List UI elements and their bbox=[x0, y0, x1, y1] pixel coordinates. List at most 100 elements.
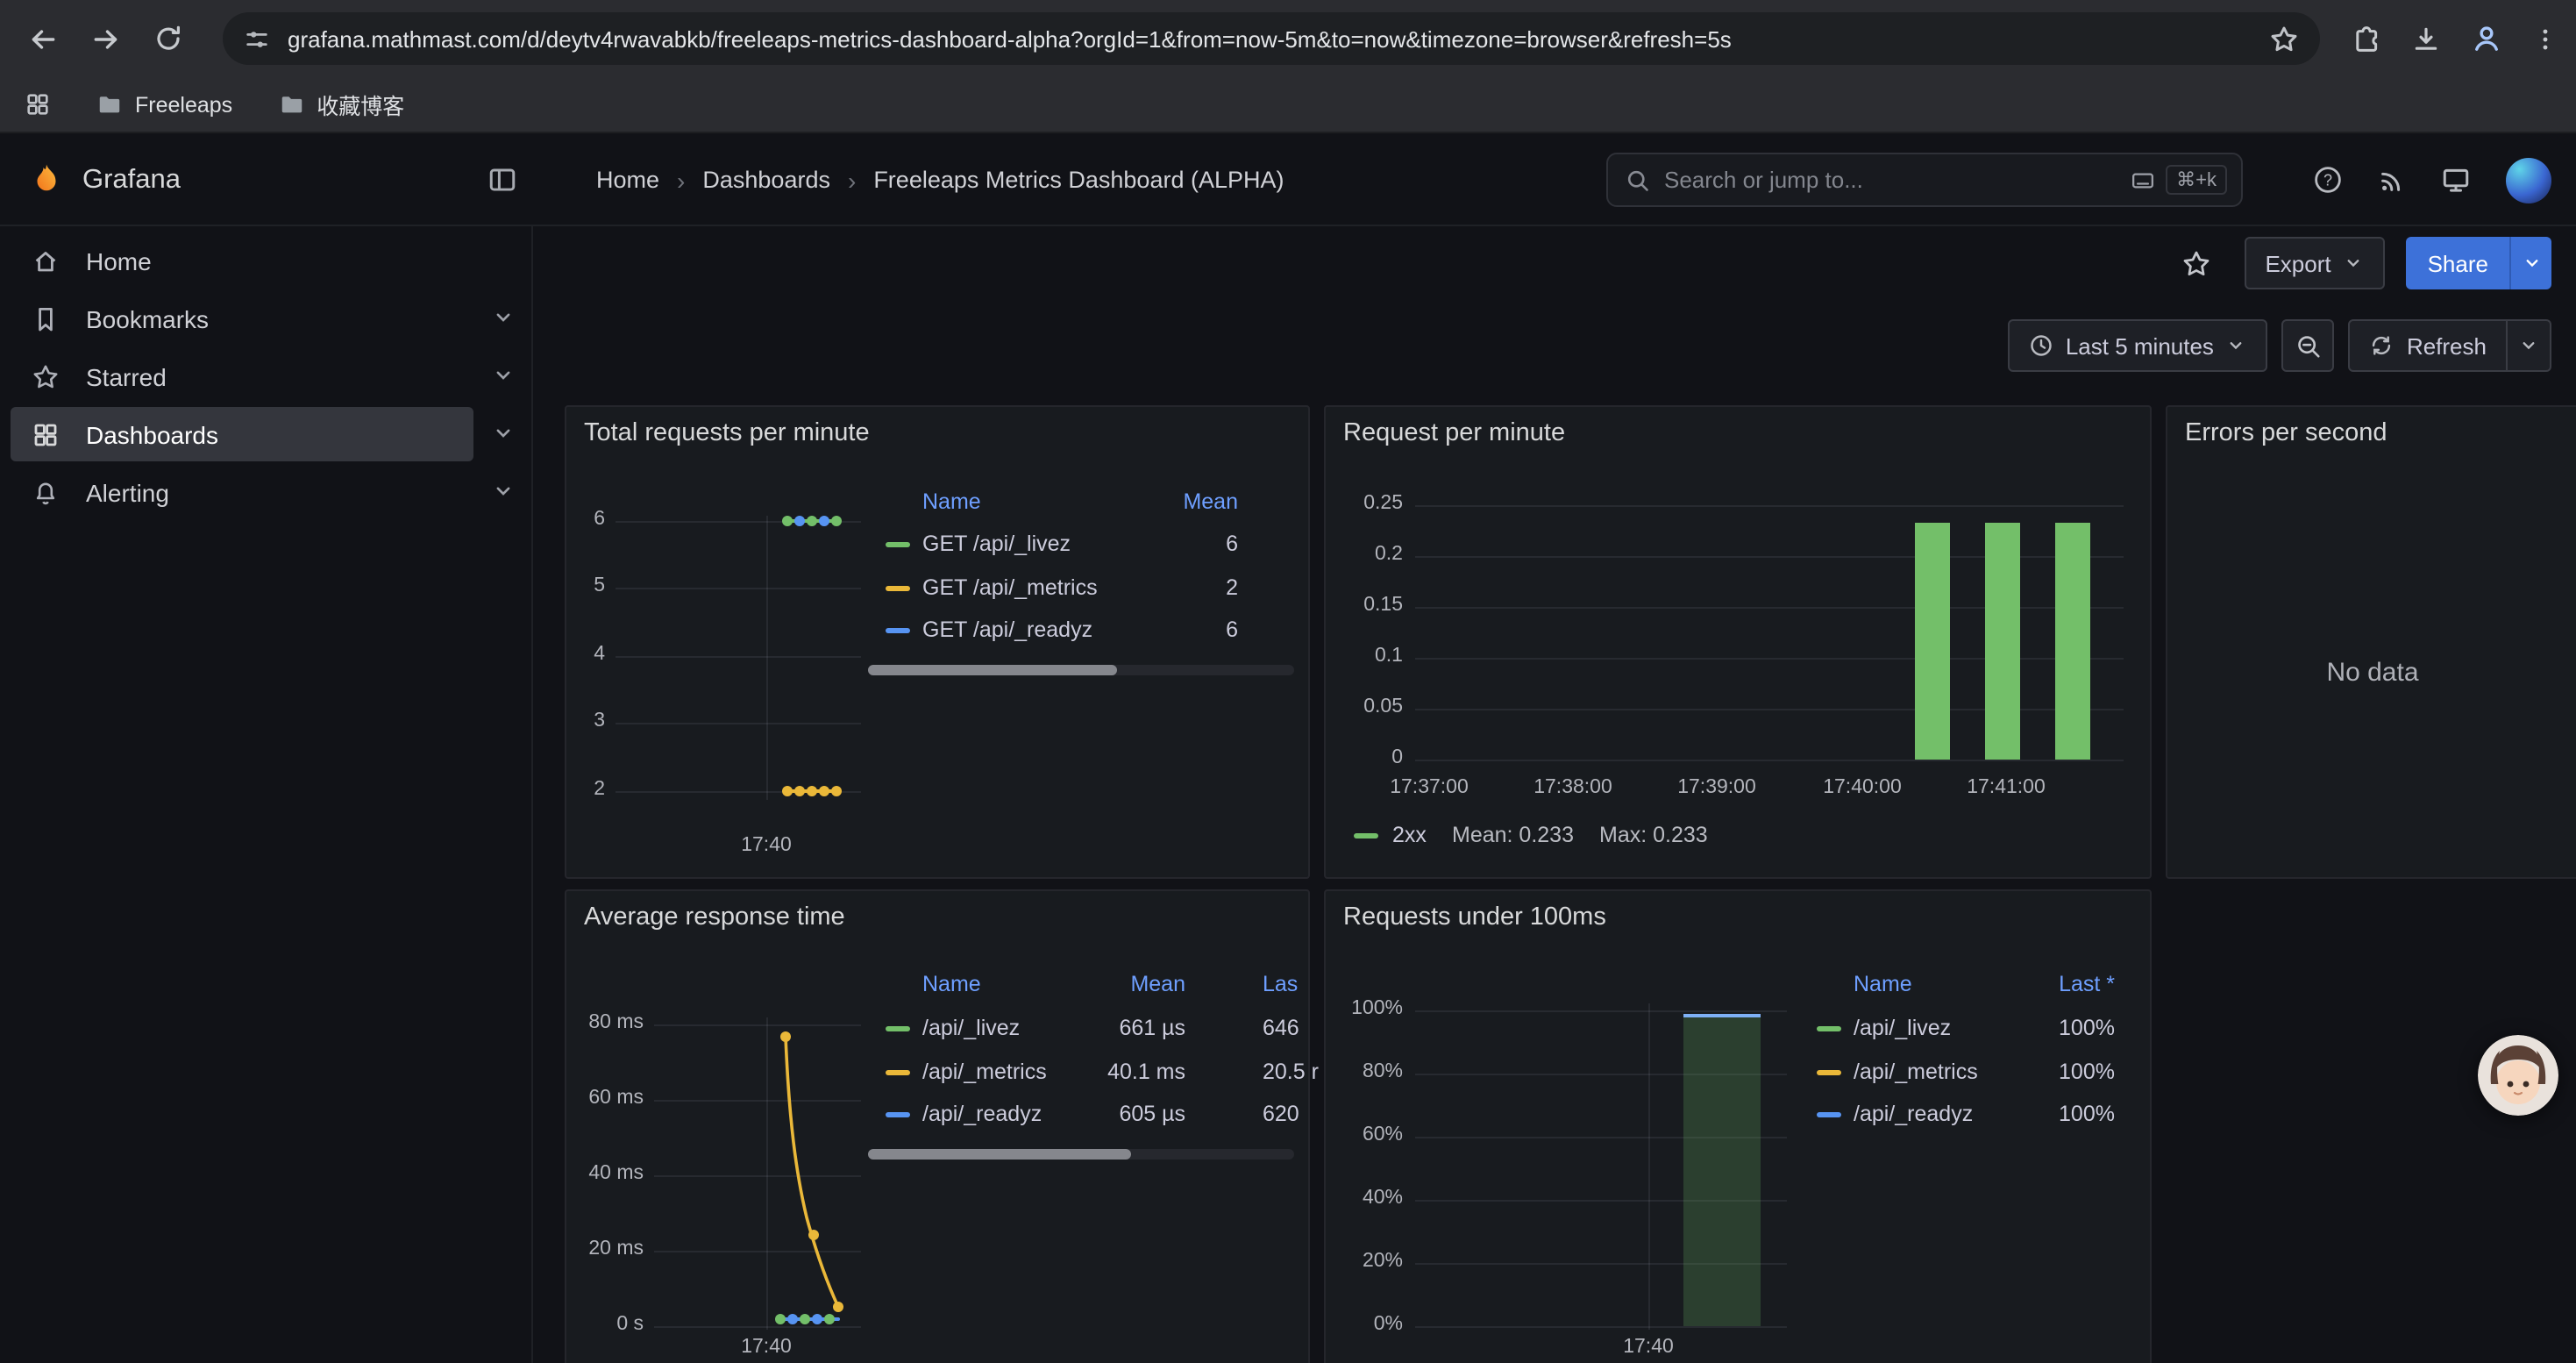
url-text[interactable]: grafana.mathmast.com/d/deytv4rwavabkb/fr… bbox=[288, 25, 2269, 52]
sidebar-item-dashboards[interactable]: Dashboards bbox=[11, 407, 473, 461]
chevron-down-icon bbox=[2518, 335, 2539, 356]
bar-100pct bbox=[1683, 1014, 1761, 1326]
bookmark-folder-freeleaps[interactable]: Freeleaps bbox=[96, 91, 232, 118]
panel-title[interactable]: Request per minute bbox=[1343, 419, 1565, 447]
panel-title[interactable]: Errors per second bbox=[2185, 419, 2387, 447]
legend-scrollbar-thumb[interactable] bbox=[868, 665, 1117, 675]
sidebar-item-home[interactable]: Home bbox=[11, 233, 473, 288]
apps-grid-icon[interactable] bbox=[25, 91, 51, 118]
sidebar-item-label: Alerting bbox=[86, 478, 169, 506]
sidebar-item-alerting[interactable]: Alerting bbox=[11, 465, 473, 519]
grafana-app: Grafana Home › Dashboards › Freeleaps Me… bbox=[0, 133, 2576, 1363]
sidebar-item-bookmarks[interactable]: Bookmarks bbox=[11, 291, 473, 346]
legend-swatch bbox=[1817, 1026, 1841, 1031]
legend-series-last: 620 bbox=[1263, 1102, 1333, 1126]
legend-col-last[interactable]: Las bbox=[1263, 972, 1298, 996]
breadcrumb-dashboards[interactable]: Dashboards bbox=[702, 167, 830, 193]
legend-series-name[interactable]: /api/_readyz bbox=[1854, 1102, 1973, 1126]
legend-swatch bbox=[886, 586, 910, 591]
legend-col-name[interactable]: Name bbox=[922, 972, 981, 996]
share-label: Share bbox=[2428, 250, 2488, 276]
legend-series-name[interactable]: GET /api/_readyz bbox=[922, 617, 1092, 642]
legend-series-last: 100% bbox=[1975, 1016, 2115, 1040]
refresh-button[interactable]: Refresh bbox=[2349, 319, 2508, 372]
legend-series-name[interactable]: GET /api/_livez bbox=[922, 532, 1071, 556]
bookmark-folder-blogs[interactable]: 收藏博客 bbox=[278, 88, 404, 121]
dock-menu-toggle-icon[interactable] bbox=[487, 165, 517, 195]
assistant-avatar[interactable] bbox=[2478, 1035, 2558, 1116]
legend-col-mean[interactable]: Mean bbox=[1075, 489, 1238, 514]
chevron-down-icon[interactable] bbox=[491, 479, 516, 503]
y-tick: 20 ms bbox=[566, 1238, 644, 1260]
favorite-star-button[interactable] bbox=[2170, 237, 2223, 289]
grafana-brand[interactable]: Grafana bbox=[28, 133, 181, 226]
y-tick: 0.2 bbox=[1326, 544, 1403, 565]
downloads-icon[interactable] bbox=[2411, 24, 2441, 54]
legend-series-name[interactable]: /api/_livez bbox=[1854, 1016, 1951, 1040]
legend-series-mean: 605 µs bbox=[987, 1102, 1185, 1126]
help-icon[interactable]: ? bbox=[2313, 165, 2343, 195]
y-tick: 0.25 bbox=[1326, 493, 1403, 514]
sidebar-item-starred[interactable]: Starred bbox=[11, 349, 473, 403]
share-split-button: Share bbox=[2407, 237, 2551, 289]
y-tick: 80 ms bbox=[566, 1012, 644, 1033]
legend-col-name[interactable]: Name bbox=[922, 489, 981, 514]
search-icon bbox=[1626, 168, 1650, 192]
refresh-split-button: Refresh bbox=[2349, 319, 2551, 372]
panel-title[interactable]: Requests under 100ms bbox=[1343, 903, 1606, 931]
legend-series-name[interactable]: /api/_metrics bbox=[1854, 1060, 1978, 1084]
time-range-picker[interactable]: Last 5 minutes bbox=[2008, 319, 2268, 372]
data-point bbox=[819, 786, 829, 796]
chevron-down-icon[interactable] bbox=[491, 363, 516, 388]
legend-series-last: 20.5 r bbox=[1263, 1060, 1333, 1084]
legend-col-name[interactable]: Name bbox=[1854, 972, 1912, 996]
legend-series-name[interactable]: 2xx bbox=[1392, 823, 1427, 847]
search-box[interactable]: ⌘+k bbox=[1606, 153, 2243, 207]
sidebar-item-label: Home bbox=[86, 246, 152, 275]
share-menu-caret[interactable] bbox=[2509, 237, 2551, 289]
zoom-out-button[interactable] bbox=[2282, 319, 2335, 372]
anime-avatar-image bbox=[2478, 1035, 2558, 1116]
screen: grafana.mathmast.com/d/deytv4rwavabkb/fr… bbox=[0, 0, 2576, 1363]
legend-series-last: 100% bbox=[1975, 1102, 2115, 1126]
forward-button[interactable] bbox=[81, 14, 130, 63]
breadcrumb: Home › Dashboards › Freeleaps Metrics Da… bbox=[596, 133, 1284, 226]
legend-col-mean[interactable]: Mean bbox=[987, 972, 1185, 996]
legend-stat-max: Max: 0.233 bbox=[1599, 823, 1708, 847]
address-bar[interactable]: grafana.mathmast.com/d/deytv4rwavabkb/fr… bbox=[223, 12, 2320, 65]
panel-request-per-minute: Request per minute 0.25 0.2 0.15 0.1 0.0… bbox=[1324, 405, 2152, 879]
bar-2xx bbox=[1915, 523, 1950, 760]
export-button[interactable]: Export bbox=[2244, 237, 2385, 289]
y-tick: 0.15 bbox=[1326, 595, 1403, 616]
panel-title[interactable]: Total requests per minute bbox=[584, 419, 870, 447]
legend-scrollbar-thumb[interactable] bbox=[868, 1149, 1131, 1160]
chevron-down-icon[interactable] bbox=[491, 421, 516, 446]
bar-2xx bbox=[2055, 523, 2090, 760]
panel-title[interactable]: Average response time bbox=[584, 903, 845, 931]
reload-button[interactable] bbox=[144, 14, 193, 63]
refresh-interval-caret[interactable] bbox=[2508, 319, 2551, 372]
svg-text:?: ? bbox=[2323, 171, 2332, 189]
user-avatar[interactable] bbox=[2506, 157, 2551, 203]
back-button[interactable] bbox=[18, 14, 67, 63]
monitor-icon[interactable] bbox=[2441, 165, 2471, 195]
panel-errors-per-second: Errors per second No data bbox=[2166, 405, 2576, 879]
bookmark-star-icon[interactable] bbox=[2269, 24, 2299, 54]
share-button[interactable]: Share bbox=[2407, 237, 2509, 289]
search-input[interactable] bbox=[1664, 167, 2131, 193]
legend-col-last[interactable]: Last * bbox=[1975, 972, 2115, 996]
browser-menu-icon[interactable] bbox=[2532, 25, 2558, 52]
site-settings-icon[interactable] bbox=[244, 25, 270, 52]
profile-avatar-icon[interactable] bbox=[2471, 23, 2502, 54]
news-rss-icon[interactable] bbox=[2378, 166, 2406, 194]
breadcrumb-current: Freeleaps Metrics Dashboard (ALPHA) bbox=[873, 167, 1284, 193]
breadcrumb-home[interactable]: Home bbox=[596, 167, 659, 193]
dashboards-icon bbox=[32, 420, 60, 448]
y-tick: 60% bbox=[1326, 1124, 1403, 1145]
back-icon bbox=[27, 24, 57, 54]
extensions-icon[interactable] bbox=[2352, 24, 2381, 54]
chevron-down-icon[interactable] bbox=[491, 305, 516, 330]
y-tick: 4 bbox=[566, 644, 605, 665]
legend-series-name[interactable]: GET /api/_metrics bbox=[922, 575, 1098, 600]
forward-icon bbox=[90, 24, 120, 54]
